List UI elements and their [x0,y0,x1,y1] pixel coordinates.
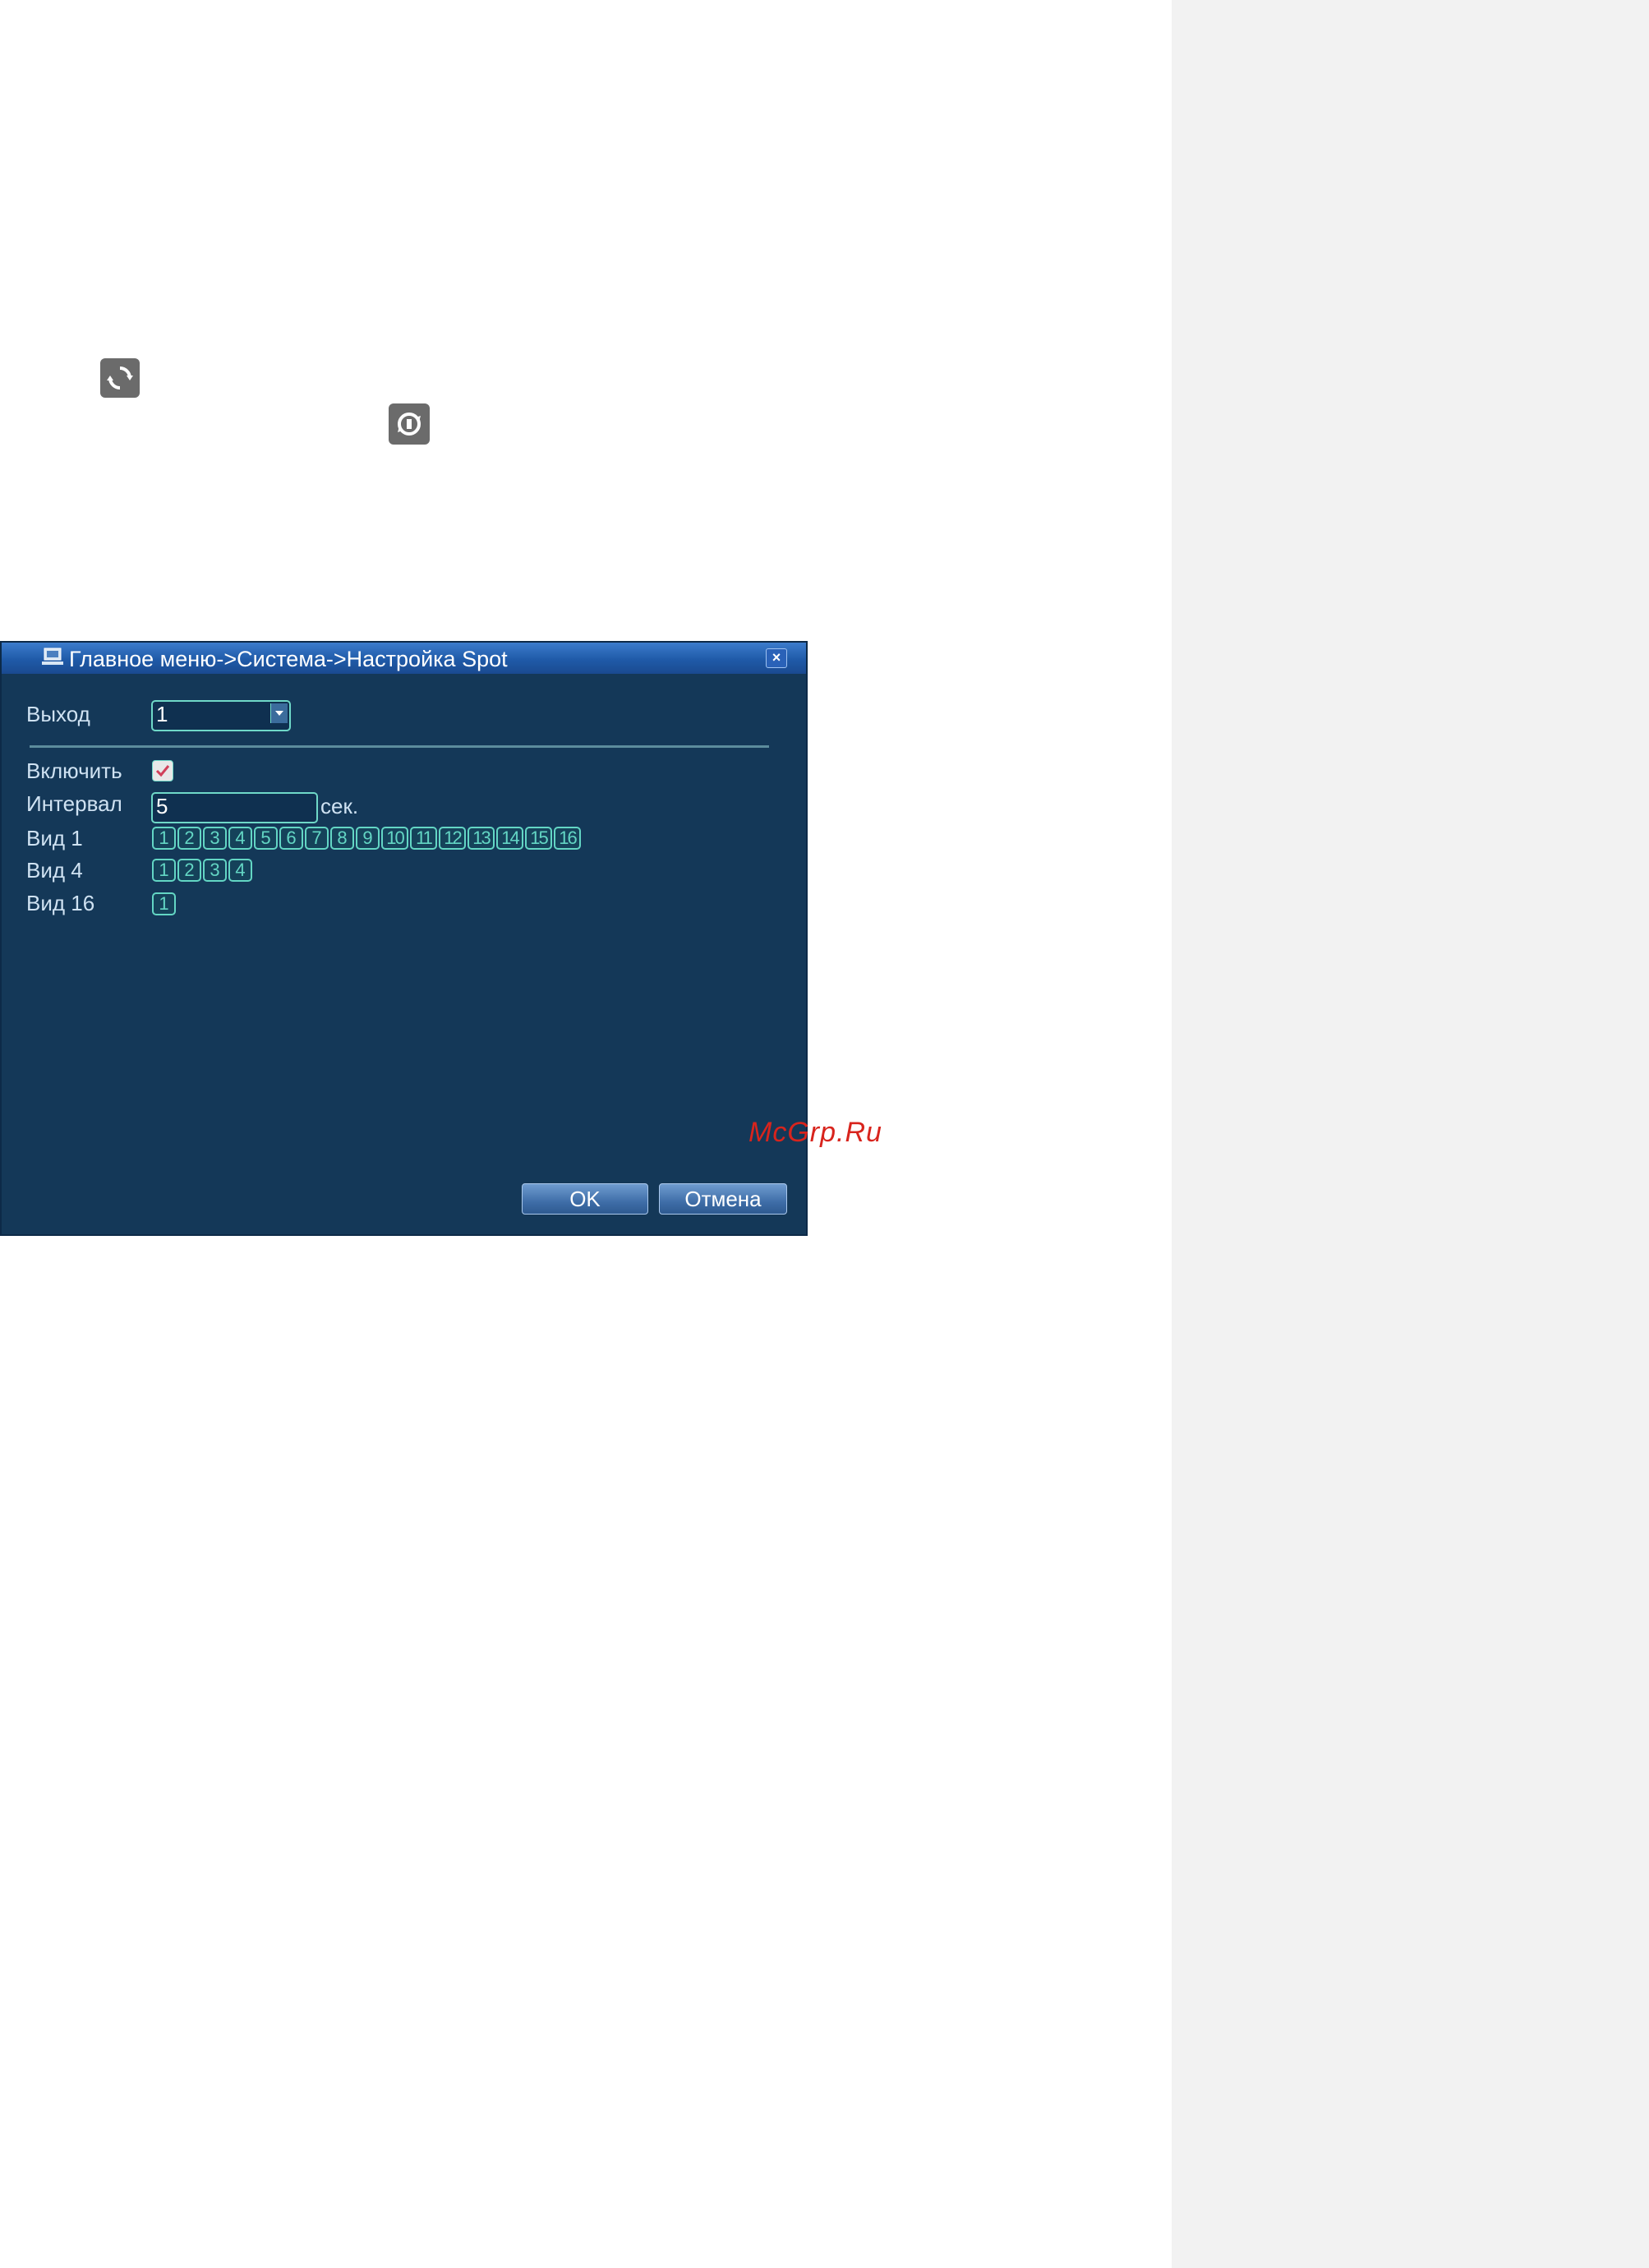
view1-label: Вид 1 [26,826,83,850]
view4-channels: 1234 [152,859,252,882]
interval-input[interactable]: 5 [151,792,318,823]
cycle-reset-icon [389,403,430,445]
interval-unit: сек. [320,794,359,818]
ok-button[interactable]: OK [522,1183,648,1215]
output-select[interactable]: 1 [151,700,291,731]
view1-channel-10[interactable]: 10 [381,827,408,850]
dialog-title: Главное меню->Система->Настройка Spot [69,647,508,671]
output-label: Выход [26,702,90,726]
view1-channels: 1 2 3 4 5 6 7 8 9 10 11 12 13 14 15 16 [152,827,581,850]
view4-channel-1[interactable]: 1 [152,859,176,882]
dialog-titlebar: Главное меню->Система->Настройка Spot × [2,643,806,674]
chevron-down-icon[interactable] [270,703,288,723]
output-value: 1 [156,702,168,726]
view1-channel-3[interactable]: 3 [203,827,227,850]
view16-channels: 1 [152,892,176,915]
view1-channel-2[interactable]: 2 [177,827,201,850]
view1-channel-13[interactable]: 13 [468,827,495,850]
view1-channel-8[interactable]: 8 [330,827,354,850]
monitor-icon [39,647,67,670]
view1-channel-9[interactable]: 9 [356,827,380,850]
view1-channel-6[interactable]: 6 [279,827,303,850]
view1-channel-5[interactable]: 5 [254,827,278,850]
close-button[interactable]: × [766,648,787,668]
view16-label: Вид 16 [26,891,95,915]
right-sidebar [1172,0,1649,2268]
watermark: McGrp.Ru [748,1117,882,1148]
view4-channel-4[interactable]: 4 [228,859,252,882]
interval-label: Интервал [26,791,122,816]
cycle-icon [100,358,140,398]
view4-channel-3[interactable]: 3 [203,859,227,882]
view1-channel-11[interactable]: 11 [410,827,437,850]
view4-label: Вид 4 [26,858,83,883]
enable-checkbox[interactable] [152,760,173,781]
spot-settings-dialog: Главное меню->Система->Настройка Spot × … [0,641,808,1236]
view4-channel-2[interactable]: 2 [177,859,201,882]
enable-label: Включить [26,758,122,783]
view1-channel-1[interactable]: 1 [152,827,176,850]
view1-channel-15[interactable]: 15 [525,827,552,850]
view1-channel-16[interactable]: 16 [554,827,581,850]
view1-channel-4[interactable]: 4 [228,827,252,850]
check-icon [155,765,170,777]
cancel-button[interactable]: Отмена [659,1183,787,1215]
view16-channel-1[interactable]: 1 [152,892,176,915]
separator [30,745,769,748]
view1-channel-12[interactable]: 12 [439,827,466,850]
view1-channel-14[interactable]: 14 [496,827,523,850]
view1-channel-7[interactable]: 7 [305,827,329,850]
